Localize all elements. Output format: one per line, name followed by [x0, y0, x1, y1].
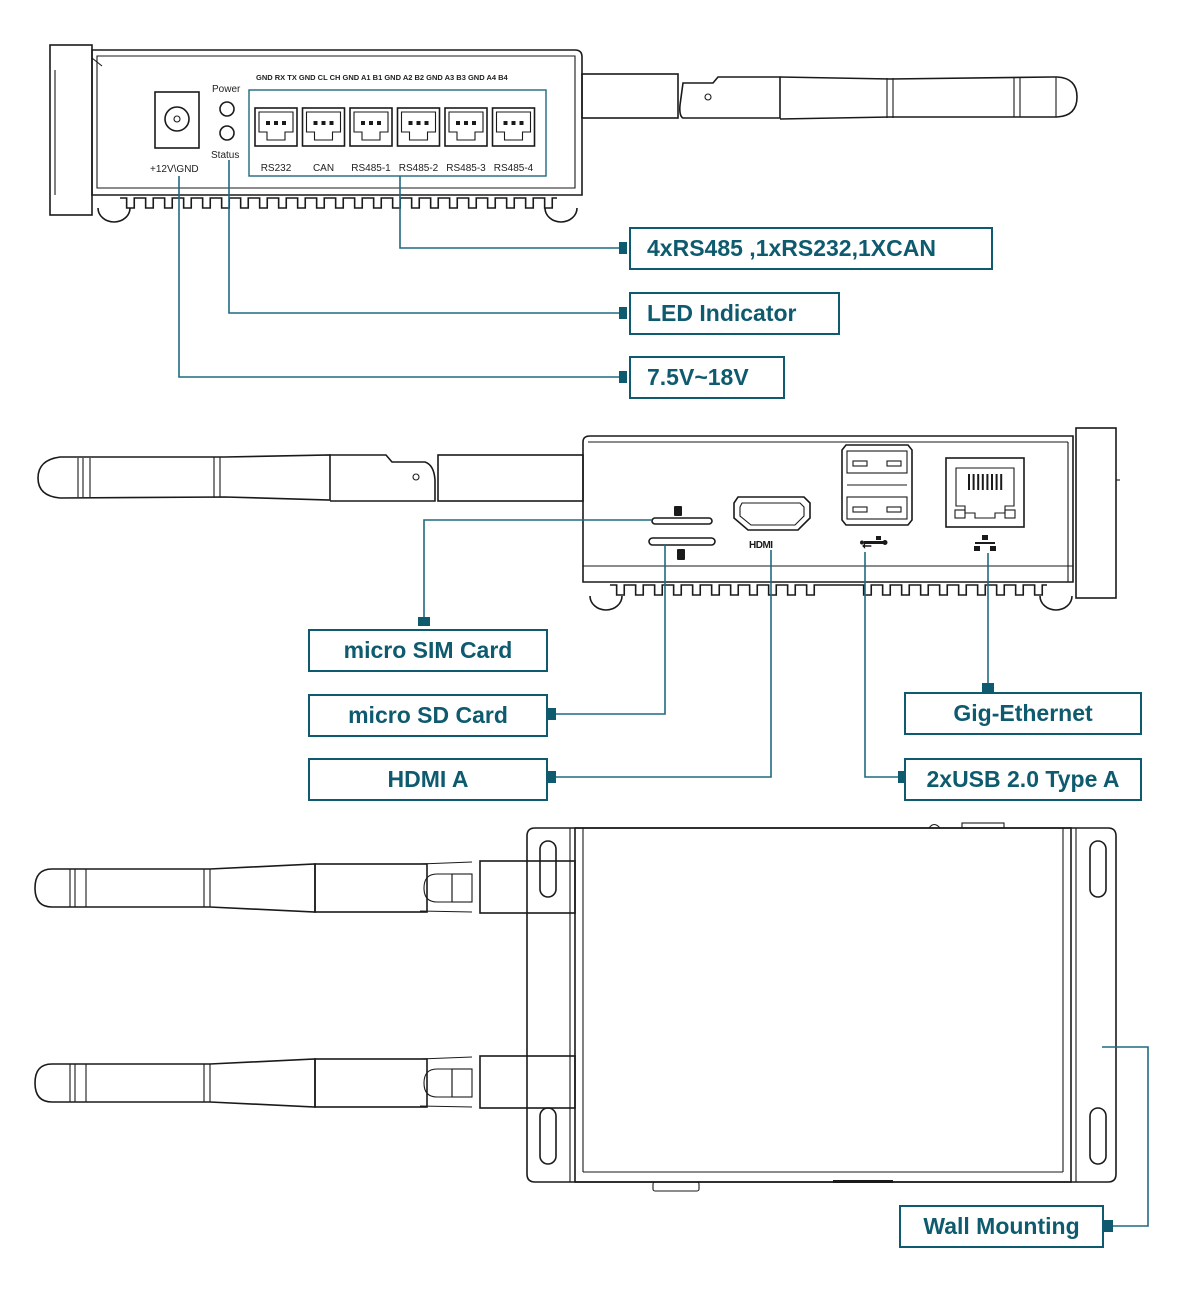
- pin-header-label: GND RX TX GND CL CH GND A1 B1 GND A2 B2 …: [256, 73, 509, 82]
- end-bracket: [1075, 427, 1117, 599]
- mounting-slot: [539, 1107, 557, 1165]
- leader-mount: [1102, 1046, 1149, 1227]
- hdmi-silkscreen: HDMI: [749, 540, 773, 551]
- foot: [1039, 595, 1073, 611]
- led-status-icon: [219, 125, 235, 141]
- dc-power-jack: [154, 91, 200, 149]
- led-power-icon: [219, 101, 235, 117]
- sim-slot-icon: [651, 506, 713, 525]
- callout-serial-ports: 4xRS485 ,1xRS232,1XCAN: [629, 227, 993, 270]
- terminal-block: RS485-4: [491, 107, 536, 174]
- callout-wall-mounting: Wall Mounting: [899, 1205, 1104, 1248]
- leader-sim: [423, 519, 652, 624]
- callout-hdmi: HDMI A: [308, 758, 548, 801]
- port-label: RS485-3: [446, 163, 486, 174]
- callout-micro-sd: micro SD Card: [308, 694, 548, 737]
- leader-serial: [399, 176, 626, 249]
- led-status-label: Status: [211, 150, 239, 161]
- leader-led: [228, 160, 626, 314]
- rear-panel-device: HDMI ⭠: [37, 427, 1120, 611]
- enclosure-body: [574, 827, 1072, 1183]
- antenna-top: [581, 73, 1078, 120]
- led-power-label: Power: [212, 84, 241, 95]
- sd-slot-icon: [648, 537, 716, 560]
- antenna-upper: [34, 860, 576, 914]
- antenna-lower: [34, 1055, 576, 1109]
- usb-port-icon: ⭠: [841, 444, 913, 552]
- power-jack-label: +12V\GND: [150, 164, 199, 175]
- callout-micro-sim: micro SIM Card: [308, 629, 548, 672]
- callout-usb: 2xUSB 2.0 Type A: [904, 758, 1142, 801]
- end-bracket: [49, 44, 93, 216]
- port-label: RS485-2: [399, 163, 439, 174]
- terminal-block: RS232: [254, 107, 298, 174]
- wall-mount-device: [526, 822, 1117, 1192]
- leader-voltage: [178, 176, 626, 378]
- mounting-slot: [1089, 840, 1107, 898]
- leader-hdmi: [554, 550, 772, 778]
- front-panel-device: +12V\GND Power Status GND RX TX GND CL C…: [49, 44, 583, 223]
- port-label: CAN: [313, 163, 334, 174]
- terminal-block: RS485-2: [396, 107, 441, 174]
- callout-voltage: 7.5V~18V: [629, 356, 785, 399]
- foot: [544, 207, 578, 223]
- mounting-slot: [539, 840, 557, 898]
- callout-gig-ethernet: Gig-Ethernet: [904, 692, 1142, 735]
- port-label: RS485-1: [351, 163, 391, 174]
- foot: [97, 207, 131, 223]
- svg-text:⭠: ⭠: [862, 538, 872, 552]
- mounting-slot: [1089, 1107, 1107, 1165]
- port-label: RS485-4: [494, 163, 534, 174]
- hdmi-port-icon: HDMI: [733, 496, 811, 551]
- callout-led-indicator: LED Indicator: [629, 292, 840, 335]
- terminal-block: RS485-3: [444, 107, 488, 174]
- terminal-block: CAN: [301, 107, 346, 174]
- terminal-block: RS485-1: [349, 107, 393, 174]
- ethernet-port-icon: [945, 457, 1025, 551]
- leader-sd: [554, 544, 666, 715]
- foot: [589, 595, 623, 611]
- port-label: RS232: [261, 163, 292, 174]
- mounting-plate: [526, 827, 1117, 1183]
- device-diagram: +12V\GND Power Status GND RX TX GND CL C…: [34, 44, 1149, 1232]
